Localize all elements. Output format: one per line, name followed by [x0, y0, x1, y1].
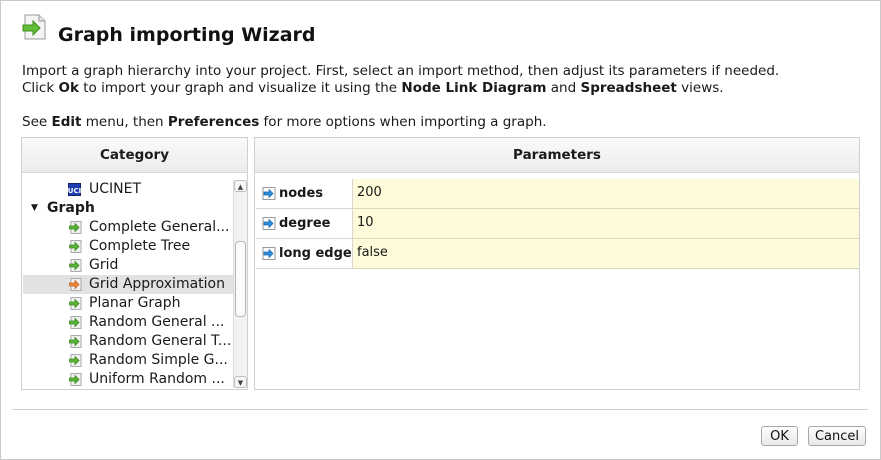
tree-item[interactable]: Random General ...: [23, 313, 233, 332]
blue-arrow-icon: [262, 217, 276, 230]
parameter-name: nodes: [279, 186, 324, 201]
scroll-up-button[interactable]: ▲: [234, 180, 247, 192]
parameter-row: long edge false: [256, 239, 859, 269]
parameter-name: long edge: [279, 246, 352, 261]
parameter-row: degree 10: [256, 209, 859, 239]
green-arrow-icon: [69, 297, 82, 310]
tree-item[interactable]: Uniform Random ...: [23, 370, 233, 388]
green-arrow-icon: [69, 221, 82, 234]
green-arrow-icon: [69, 316, 82, 329]
tree-item-label: Complete Tree: [89, 238, 191, 254]
scroll-down-button[interactable]: ▼: [234, 376, 247, 388]
triangle-down-icon[interactable]: ▼: [31, 199, 38, 218]
ok-button[interactable]: OK: [761, 426, 798, 446]
ucinet-icon: UCI: [68, 183, 81, 196]
dialog-title: Graph importing Wizard: [58, 24, 316, 46]
tree-item[interactable]: UCI UCINET: [23, 180, 233, 199]
green-arrow-icon: [69, 354, 82, 367]
orange-arrow-icon: [69, 278, 82, 291]
tree-item[interactable]: Complete General...: [23, 218, 233, 237]
tree-item[interactable]: Random General T...: [23, 332, 233, 351]
parameters-header: Parameters: [255, 138, 859, 173]
green-arrow-icon: [69, 240, 82, 253]
parameter-value-field[interactable]: false: [353, 239, 859, 269]
category-scrollbar[interactable]: ▲ ▼: [233, 180, 247, 388]
description-line-1: Import a graph hierarchy into your proje…: [22, 63, 780, 79]
blue-arrow-icon: [262, 187, 276, 200]
tree-item[interactable]: Complete Tree: [23, 237, 233, 256]
import-wizard-icon: [22, 14, 46, 40]
cancel-button[interactable]: Cancel: [808, 426, 866, 446]
parameter-value-field[interactable]: 200: [353, 179, 859, 209]
tree-item-label: UCINET: [89, 181, 142, 197]
tree-item[interactable]: Planar Graph: [23, 294, 233, 313]
description-line-3: See Edit menu, then Preferences for more…: [22, 114, 547, 130]
green-arrow-icon: [69, 335, 82, 348]
green-arrow-icon: [69, 259, 82, 272]
description-line-2: Click Ok to import your graph and visual…: [22, 80, 724, 96]
parameter-value-field[interactable]: 10: [353, 209, 859, 239]
tree-item[interactable]: Grid: [23, 256, 233, 275]
tree-item-label: Random General T...: [89, 333, 232, 349]
tree-item[interactable]: Grid Approximation: [23, 275, 233, 294]
parameter-row: nodes 200: [256, 179, 859, 209]
scroll-thumb[interactable]: [235, 241, 246, 317]
category-panel: Category UCI UCINET ▼ Graph Complete General…: [21, 137, 248, 390]
tree-item-label: Random General ...: [89, 314, 225, 330]
tree-item-label: Random Simple G...: [89, 352, 228, 368]
category-tree[interactable]: UCI UCINET ▼ Graph Complete General... Comple…: [23, 180, 233, 388]
tree-item[interactable]: Random Simple G...: [23, 351, 233, 370]
tree-item-label: Graph: [47, 200, 95, 216]
tree-item-label: Uniform Random ...: [89, 371, 225, 387]
tree-item-label: Grid: [89, 257, 119, 273]
tree-item-label: Complete General...: [89, 219, 230, 235]
tree-item-label: Planar Graph: [89, 295, 181, 311]
parameters-panel: Parameters nodes 200 degree 10 long edge fals…: [254, 137, 860, 390]
parameter-value: 10: [357, 215, 374, 230]
parameter-name-cell: nodes: [256, 179, 353, 209]
parameter-value: false: [357, 245, 388, 260]
parameter-name-cell: long edge: [256, 239, 353, 269]
parameter-name: degree: [279, 216, 331, 231]
tree-item-label: Grid Approximation: [89, 276, 225, 292]
blue-arrow-icon: [262, 247, 276, 260]
tree-group-graph[interactable]: ▼ Graph: [23, 199, 233, 218]
category-header: Category: [22, 138, 247, 173]
button-separator: [12, 409, 868, 410]
green-arrow-icon: [69, 373, 82, 386]
parameter-value: 200: [357, 185, 382, 200]
parameter-name-cell: degree: [256, 209, 353, 239]
svg-text:UCI: UCI: [68, 187, 81, 195]
